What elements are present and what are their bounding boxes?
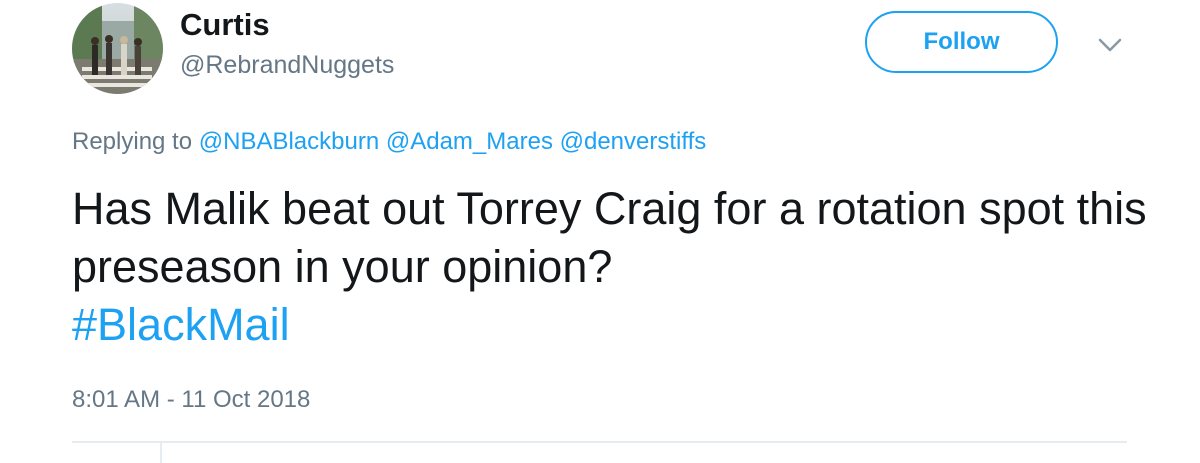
- mention-link[interactable]: @NBABlackburn: [199, 128, 379, 155]
- divider-tick: [160, 443, 162, 463]
- avatar[interactable]: [72, 3, 163, 94]
- divider: [72, 441, 1127, 443]
- tweet-timestamp[interactable]: 8:01 AM - 11 Oct 2018: [72, 386, 310, 415]
- chevron-down-icon[interactable]: [1096, 34, 1124, 56]
- avatar-image: [72, 3, 163, 94]
- hashtag-link[interactable]: #BlackMail: [72, 299, 290, 350]
- tweet-card: Curtis @RebrandNuggets Follow Replying t…: [0, 0, 1200, 463]
- mention-link[interactable]: @Adam_Mares: [386, 128, 553, 155]
- user-handle[interactable]: @RebrandNuggets: [180, 51, 394, 80]
- follow-button[interactable]: Follow: [865, 11, 1058, 73]
- mention-link[interactable]: @denverstiffs: [560, 128, 707, 155]
- display-name[interactable]: Curtis: [180, 7, 270, 42]
- replying-to-label: Replying to: [72, 128, 193, 155]
- tweet-text: Has Malik beat out Torrey Craig for a ro…: [72, 180, 1152, 354]
- replying-to-line: Replying to @NBABlackburn @Adam_Mares @d…: [72, 128, 706, 157]
- tweet-body: Has Malik beat out Torrey Craig for a ro…: [72, 183, 1147, 292]
